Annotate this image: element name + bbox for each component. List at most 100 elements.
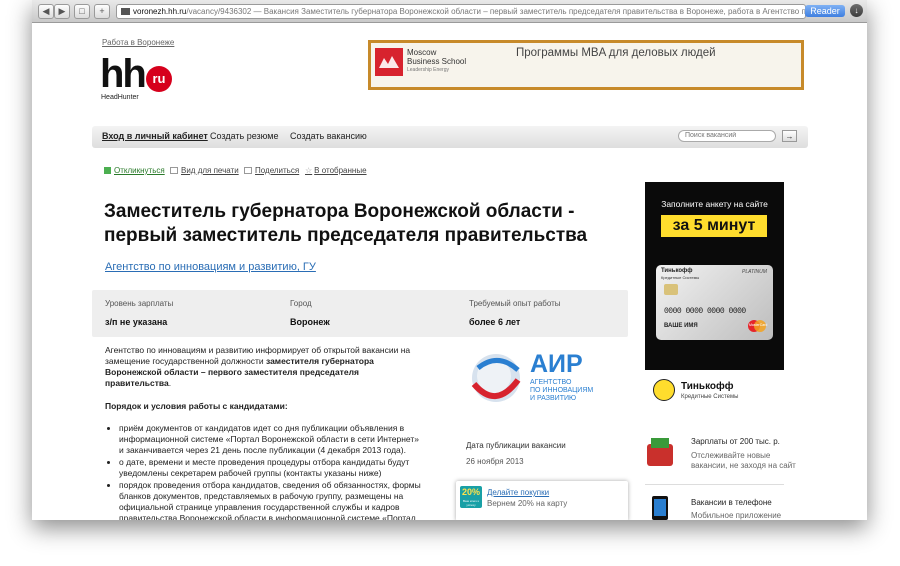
conditions-heading: Порядок и условия работы с кандидатами:: [105, 401, 288, 411]
promo-badge-sub: Ваш ключ к успеху: [463, 499, 479, 507]
plus-icon: +: [99, 6, 105, 16]
add-bookmark-button[interactable]: +: [94, 4, 110, 19]
conditions-list: приём документов от кандидатов идет со д…: [105, 423, 421, 520]
air-sub-line1: АГЕНТСТВО: [530, 379, 572, 386]
intro-end: .: [168, 378, 172, 388]
share-label: Поделиться: [255, 166, 300, 175]
url-path: /vacancy/9436302 — Вакансия Заместитель …: [186, 7, 806, 16]
respond-label: Откликнуться: [114, 166, 165, 175]
logo-hh-text: hh: [100, 52, 147, 96]
vacancy-title: Заместитель губернатора Воронежской обла…: [104, 201, 588, 246]
air-logo-text: АИР: [530, 350, 583, 378]
promo-badge: 20% Ваш ключ к успеху: [460, 486, 482, 508]
logo-ru-badge: ru: [146, 66, 172, 92]
list-item: о дате, времени и месте проведения проце…: [119, 457, 421, 479]
hh-logo[interactable]: hh ru HeadHunter: [100, 54, 180, 104]
vacancy-description: Агентство по инновациям и развитию инфор…: [105, 345, 421, 520]
pubdate-label: Дата публикации вакансии: [466, 441, 566, 450]
reader-button[interactable]: Reader: [805, 5, 845, 17]
pubdate-value: 26 ноября 2013: [466, 457, 524, 466]
download-icon: ↓: [854, 6, 859, 15]
ad-brand-panel: Тинькофф Кредитные Системы: [645, 370, 784, 413]
mobile-app-sub: Мобильное приложение: [691, 511, 782, 520]
mba-banner[interactable]: Moscow Business School Leadership Energy…: [368, 40, 804, 90]
salary-value: з/п не указана: [105, 317, 168, 327]
air-sub-line3: И РАЗВИТИЮ: [530, 395, 577, 402]
card-number: 0000 0000 0000 0000: [664, 307, 746, 316]
nav-create-vacancy[interactable]: Создать вакансию: [290, 131, 367, 141]
page-content: Работа в Воронеже hh ru HeadHunter Mosco…: [32, 22, 867, 520]
phone-icon: [652, 496, 668, 520]
promo-link[interactable]: Делайте покупки: [487, 488, 549, 497]
card-brand-sub: Кредитные Системы: [661, 275, 700, 280]
promo-sub: Вернем 20% на карту: [487, 499, 568, 508]
mobile-app-title[interactable]: Вакансии в телефоне: [691, 498, 772, 507]
ad-highlight: за 5 минут: [661, 215, 767, 237]
nav-create-resume[interactable]: Создать резюме: [210, 131, 278, 141]
mbs-logo-icon: [375, 48, 403, 76]
salary-feed-sub2: вакансии, не заходя на сайт: [691, 461, 796, 470]
mbs-brand-line3: Leadership Energy: [407, 67, 449, 73]
mbs-brand: Moscow Business School Leadership Energy: [407, 48, 466, 75]
show-tabs-button[interactable]: □: [74, 4, 90, 19]
globe-icon: [471, 354, 521, 402]
main-navbar: Вход в личный кабинет Создать резюме Соз…: [92, 126, 808, 148]
company-logo: АИР АГЕНТСТВО ПО ИННОВАЦИЯМ И РАЗВИТИЮ: [468, 348, 608, 408]
search-go-button[interactable]: →: [782, 130, 797, 142]
url-host: voronezh.hh.ru: [133, 7, 187, 16]
sidebar-divider: [645, 484, 784, 485]
salary-feed-title[interactable]: Зарплаты от 200 тыс. р.: [691, 437, 780, 446]
respond-link[interactable]: Откликнуться: [104, 166, 165, 175]
arrow-right-icon: →: [785, 132, 794, 141]
card-brand: Тинькофф: [661, 268, 693, 274]
share-icon: [244, 167, 252, 174]
experience-value: более 6 лет: [469, 317, 521, 327]
star-icon: ☆: [305, 166, 313, 175]
promo-badge-text: 20%: [461, 487, 480, 497]
card-name: ВАШЕ ИМЯ: [664, 323, 698, 329]
experience-label: Требуемый опыт работы: [469, 299, 561, 308]
forward-button[interactable]: ▶: [54, 4, 70, 19]
ad-line1: Заполните анкету на сайте: [661, 199, 768, 209]
salary-feed-sub1: Отслеживайте новые: [691, 451, 771, 460]
ad-brand: Тинькофф: [681, 381, 734, 392]
mastercard-logo: MasterCard: [748, 320, 768, 332]
address-bar[interactable]: voronezh.hh.ru/vacancy/9436302 — Ваканси…: [116, 4, 806, 19]
ad-brand-sub: Кредитные Системы: [681, 394, 739, 400]
card-platinum: PLATINUM: [742, 269, 767, 275]
forward-icon: ▶: [58, 6, 66, 16]
print-label: Вид для печати: [181, 166, 239, 175]
air-sub-line2: ПО ИННОВАЦИЯМ: [530, 387, 594, 394]
mastercard-text: MasterCard: [749, 323, 768, 327]
browser-toolbar: ◀ ▶ □ + voronezh.hh.ru/vacancy/9436302 —…: [32, 0, 867, 23]
city-value: Воронеж: [290, 317, 330, 327]
intro-paragraph: Агентство по инновациям и развитию инфор…: [105, 345, 421, 389]
salary-feed-sub: Отслеживайте новые вакансии, не заходя н…: [691, 451, 796, 471]
browser-window: ◀ ▶ □ + voronezh.hh.ru/vacancy/9436302 —…: [32, 0, 867, 520]
region-link[interactable]: Работа в Воронеже: [102, 38, 174, 47]
downloads-button[interactable]: ↓: [850, 4, 863, 17]
tabs-icon: □: [79, 6, 85, 16]
list-item: приём документов от кандидатов идет со д…: [119, 423, 421, 456]
favicon: [121, 8, 130, 15]
mbs-brand-line2: Business School: [407, 57, 467, 66]
print-view-link[interactable]: Вид для печати: [170, 166, 239, 175]
printer-icon: [170, 167, 178, 174]
search-input[interactable]: [678, 130, 776, 142]
city-label: Город: [290, 299, 312, 308]
list-item: порядок проведения отбора кандидатов, св…: [119, 480, 421, 520]
promo-widget[interactable]: 20% Ваш ключ к успеху Делайте покупки Ве…: [456, 481, 628, 520]
nav-login[interactable]: Вход в личный кабинет: [102, 131, 208, 141]
favorite-link[interactable]: ☆ В отобранные: [305, 166, 367, 175]
back-button[interactable]: ◀: [38, 4, 54, 19]
banner-text: Программы MBA для деловых людей: [516, 47, 716, 59]
logo-caption: HeadHunter: [101, 94, 139, 101]
air-logo-sub: АГЕНТСТВО ПО ИННОВАЦИЯМ И РАЗВИТИЮ: [530, 379, 593, 403]
favorite-label: В отобранные: [314, 166, 367, 175]
tinkoff-ad[interactable]: Заполните анкету на сайте за 5 минут Тин…: [645, 182, 784, 413]
wallet-icon: [645, 436, 675, 472]
company-link[interactable]: Агентство по инновациям и развитию, ГУ: [105, 261, 316, 273]
salary-label: Уровень зарплаты: [105, 299, 174, 308]
card-chip-icon: [664, 284, 678, 295]
share-link[interactable]: Поделиться: [244, 166, 299, 175]
